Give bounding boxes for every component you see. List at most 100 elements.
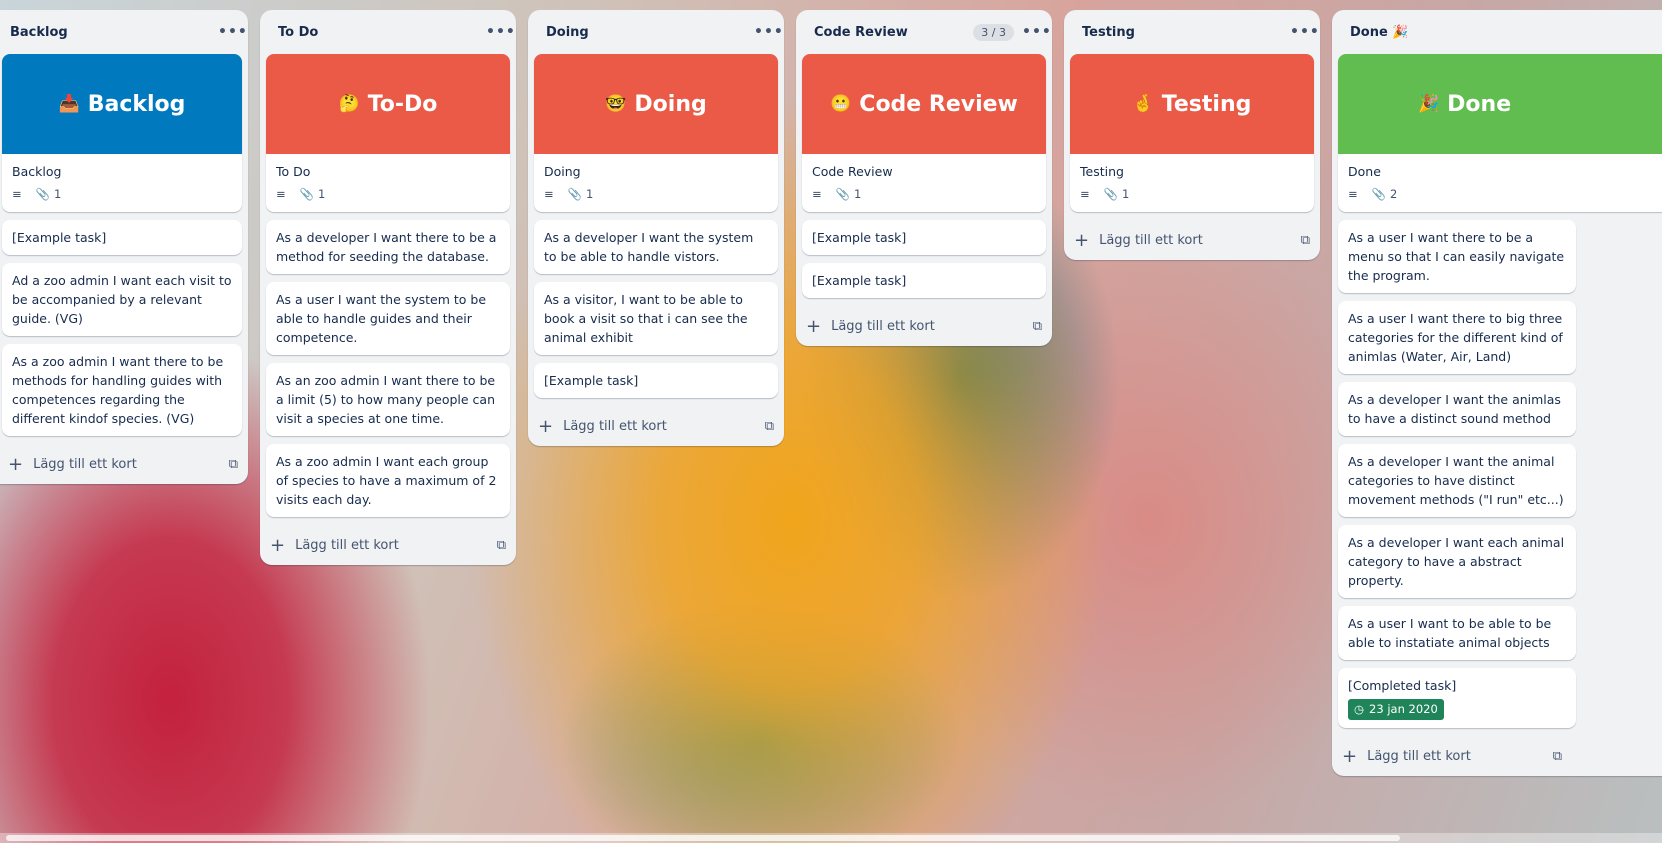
- list-card[interactable]: [Example task]: [534, 363, 778, 398]
- list-header[interactable]: Code Review 3 / 3 •••: [796, 10, 1052, 54]
- list-card[interactable]: As a zoo admin I want there to be method…: [2, 344, 242, 436]
- cover-card[interactable]: 😬 Code Review Code Review ≡ 📎 1: [802, 54, 1046, 212]
- add-card-button[interactable]: + Lägg till ett kort ⧉: [0, 444, 248, 484]
- paperclip-icon: 📎: [1103, 187, 1118, 201]
- add-card-label: Lägg till ett kort: [1367, 748, 1471, 764]
- description-icon: ≡: [1080, 187, 1090, 201]
- list-header[interactable]: Done 🎉: [1332, 10, 1662, 54]
- list-card[interactable]: As a user I want the system to be able t…: [266, 282, 510, 355]
- scrollbar-thumb[interactable]: [6, 835, 1400, 841]
- card-cover-image: 🤔 To-Do: [266, 54, 510, 154]
- card-title: Backlog: [12, 164, 62, 179]
- card-cover-image: 📥 Backlog: [2, 54, 242, 154]
- plus-icon: +: [1074, 229, 1090, 251]
- card-template-icon[interactable]: ⧉: [1301, 233, 1310, 248]
- description-icon: ≡: [812, 187, 822, 201]
- card-title: To Do: [276, 164, 311, 179]
- list-title[interactable]: To Do: [278, 25, 486, 40]
- list-header[interactable]: Doing •••: [528, 10, 784, 54]
- cover-emoji: 🤞: [1132, 93, 1154, 114]
- list-title[interactable]: Testing: [1082, 25, 1290, 40]
- cover-emoji: 🤓: [605, 93, 627, 114]
- list-testing: Testing ••• 🤞 Testing Testing ≡ 📎 1 + Lä…: [1064, 10, 1320, 260]
- list-card[interactable]: As a developer I want each animal catego…: [1338, 525, 1576, 598]
- list-card[interactable]: As a user I want there to be a menu so t…: [1338, 220, 1576, 293]
- attachment-count: 2: [1389, 187, 1398, 201]
- paperclip-icon: 📎: [299, 187, 314, 201]
- list-card[interactable]: As a user I want to be able to be able t…: [1338, 606, 1576, 660]
- list-title[interactable]: Code Review: [814, 25, 973, 40]
- card-title: Done: [1348, 164, 1381, 179]
- list-card[interactable]: As a developer I want the animlas to hav…: [1338, 382, 1576, 436]
- card-template-icon[interactable]: ⧉: [229, 457, 238, 472]
- list-menu-icon[interactable]: •••: [486, 24, 515, 40]
- list-menu-icon[interactable]: •••: [1022, 24, 1051, 40]
- attachment-badge: 📎 1: [568, 185, 594, 204]
- attachment-badge: 📎 2: [1372, 185, 1398, 204]
- card-count-badge: 3 / 3: [973, 23, 1014, 41]
- list-card[interactable]: [Example task]: [2, 220, 242, 255]
- cover-card[interactable]: 🎉 Done Done ≡ 📎 2: [1338, 54, 1662, 212]
- attachment-count: 1: [585, 187, 594, 201]
- list-card[interactable]: As a developer I want the system to be a…: [534, 220, 778, 274]
- list-card[interactable]: As a developer I want there to be a meth…: [266, 220, 510, 274]
- attachment-badge: 📎 1: [36, 185, 62, 204]
- list-code-review: Code Review 3 / 3 ••• 😬 Code Review Code…: [796, 10, 1052, 346]
- cover-text: Code Review: [859, 91, 1018, 117]
- list-title[interactable]: Backlog: [10, 25, 218, 40]
- list-title[interactable]: Done 🎉: [1350, 25, 1652, 40]
- add-card-button[interactable]: + Lägg till ett kort ⧉: [796, 306, 1052, 346]
- list-card[interactable]: As a developer I want the animal categor…: [1338, 444, 1576, 517]
- card-cover-image: 🤓 Doing: [534, 54, 778, 154]
- cover-emoji: 😬: [830, 93, 852, 114]
- horizontal-scrollbar[interactable]: [0, 833, 1662, 843]
- list-card[interactable]: As a zoo admin I want each group of spec…: [266, 444, 510, 517]
- list-card[interactable]: As an zoo admin I want there to be a lim…: [266, 363, 510, 436]
- cover-card[interactable]: 🤔 To-Do To Do ≡ 📎 1: [266, 54, 510, 212]
- cover-text: To-Do: [367, 91, 438, 117]
- list-card[interactable]: [Example task]: [802, 220, 1046, 255]
- list-header[interactable]: Testing •••: [1064, 10, 1320, 54]
- list-header[interactable]: Backlog •••: [0, 10, 248, 54]
- add-card-button[interactable]: + Lägg till ett kort ⧉: [528, 406, 784, 446]
- card-template-icon[interactable]: ⧉: [1033, 319, 1042, 334]
- list-card[interactable]: Ad a zoo admin I want each visit to be a…: [2, 263, 242, 336]
- add-card-label: Lägg till ett kort: [831, 318, 935, 334]
- list-menu-icon[interactable]: •••: [754, 24, 783, 40]
- card-template-icon[interactable]: ⧉: [497, 538, 506, 553]
- add-card-button[interactable]: + Lägg till ett kort ⧉: [260, 525, 516, 565]
- list-card[interactable]: [Example task]: [802, 263, 1046, 298]
- completed-card[interactable]: [Completed task] ◷ 23 jan 2020: [1338, 668, 1576, 728]
- cover-card[interactable]: 📥 Backlog Backlog ≡ 📎 1: [2, 54, 242, 212]
- cover-card[interactable]: 🤞 Testing Testing ≡ 📎 1: [1070, 54, 1314, 212]
- cover-emoji: 📥: [58, 93, 80, 114]
- list-menu-icon[interactable]: •••: [1290, 24, 1319, 40]
- list-card[interactable]: As a user I want there to big three cate…: [1338, 301, 1576, 374]
- plus-icon: +: [8, 453, 24, 475]
- list-header[interactable]: To Do •••: [260, 10, 516, 54]
- attachment-badge: 📎 1: [1104, 185, 1130, 204]
- cover-emoji: 🤔: [338, 93, 360, 114]
- list-title[interactable]: Doing: [546, 25, 754, 40]
- card-title: Testing: [1080, 164, 1124, 179]
- list-card[interactable]: As a visitor, I want to be able to book …: [534, 282, 778, 355]
- paperclip-icon: 📎: [835, 187, 850, 201]
- paperclip-icon: 📎: [567, 187, 582, 201]
- attachment-count: 1: [317, 187, 326, 201]
- add-card-button[interactable]: + Lägg till ett kort ⧉: [1064, 220, 1320, 260]
- attachment-count: 1: [1121, 187, 1130, 201]
- cover-text: Testing: [1161, 91, 1252, 117]
- cover-card[interactable]: 🤓 Doing Doing ≡ 📎 1: [534, 54, 778, 212]
- due-date-badge[interactable]: ◷ 23 jan 2020: [1348, 699, 1444, 720]
- paperclip-icon: 📎: [1371, 187, 1386, 201]
- list-menu-icon[interactable]: •••: [218, 24, 247, 40]
- add-card-button[interactable]: + Lägg till ett kort ⧉: [1332, 736, 1572, 776]
- card-template-icon[interactable]: ⧉: [1553, 749, 1562, 764]
- list-backlog: Backlog ••• 📥 Backlog Backlog ≡ 📎 1 [Exa…: [0, 10, 248, 484]
- plus-icon: +: [1342, 745, 1358, 767]
- plus-icon: +: [806, 315, 822, 337]
- card-cover-image: 🎉 Done: [1338, 54, 1662, 154]
- plus-icon: +: [270, 534, 286, 556]
- card-template-icon[interactable]: ⧉: [765, 419, 774, 434]
- add-card-label: Lägg till ett kort: [1099, 232, 1203, 248]
